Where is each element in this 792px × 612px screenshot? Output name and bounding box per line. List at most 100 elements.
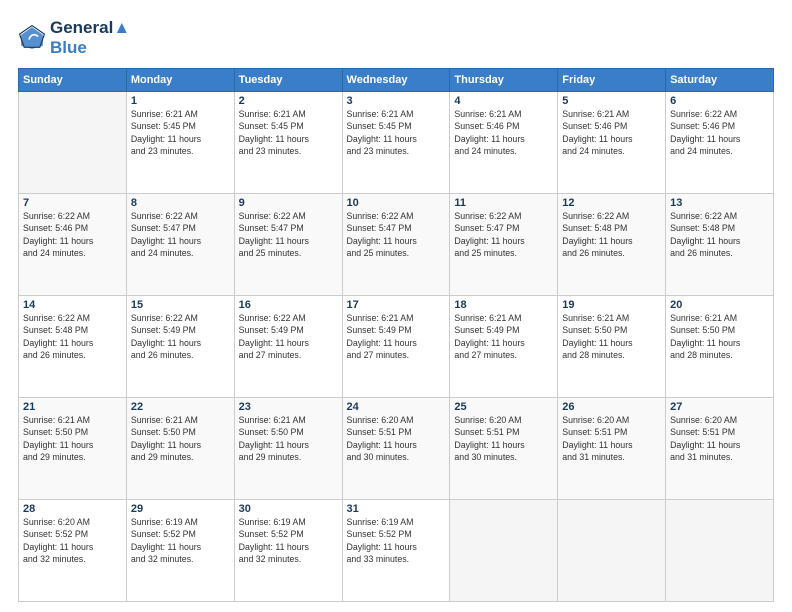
calendar-cell: [558, 500, 666, 602]
calendar-cell: 25Sunrise: 6:20 AM Sunset: 5:51 PM Dayli…: [450, 398, 558, 500]
calendar-cell: 16Sunrise: 6:22 AM Sunset: 5:49 PM Dayli…: [234, 296, 342, 398]
day-info: Sunrise: 6:22 AM Sunset: 5:47 PM Dayligh…: [454, 210, 553, 259]
day-number: 16: [239, 299, 338, 311]
day-number: 30: [239, 503, 338, 515]
calendar-cell: 31Sunrise: 6:19 AM Sunset: 5:52 PM Dayli…: [342, 500, 450, 602]
calendar-cell: 29Sunrise: 6:19 AM Sunset: 5:52 PM Dayli…: [126, 500, 234, 602]
day-info: Sunrise: 6:21 AM Sunset: 5:50 PM Dayligh…: [239, 414, 338, 463]
col-header-wednesday: Wednesday: [342, 69, 450, 92]
calendar-header-row: SundayMondayTuesdayWednesdayThursdayFrid…: [19, 69, 774, 92]
day-info: Sunrise: 6:21 AM Sunset: 5:45 PM Dayligh…: [347, 108, 446, 157]
calendar-cell: 26Sunrise: 6:20 AM Sunset: 5:51 PM Dayli…: [558, 398, 666, 500]
day-info: Sunrise: 6:22 AM Sunset: 5:48 PM Dayligh…: [23, 312, 122, 361]
day-info: Sunrise: 6:21 AM Sunset: 5:50 PM Dayligh…: [670, 312, 769, 361]
col-header-thursday: Thursday: [450, 69, 558, 92]
day-number: 22: [131, 401, 230, 413]
day-info: Sunrise: 6:22 AM Sunset: 5:49 PM Dayligh…: [131, 312, 230, 361]
day-info: Sunrise: 6:22 AM Sunset: 5:46 PM Dayligh…: [23, 210, 122, 259]
calendar-cell: 24Sunrise: 6:20 AM Sunset: 5:51 PM Dayli…: [342, 398, 450, 500]
calendar-cell: 13Sunrise: 6:22 AM Sunset: 5:48 PM Dayli…: [666, 194, 774, 296]
calendar-week-5: 28Sunrise: 6:20 AM Sunset: 5:52 PM Dayli…: [19, 500, 774, 602]
day-info: Sunrise: 6:20 AM Sunset: 5:51 PM Dayligh…: [454, 414, 553, 463]
day-number: 17: [347, 299, 446, 311]
calendar-cell: 1Sunrise: 6:21 AM Sunset: 5:45 PM Daylig…: [126, 92, 234, 194]
day-info: Sunrise: 6:21 AM Sunset: 5:45 PM Dayligh…: [239, 108, 338, 157]
day-info: Sunrise: 6:21 AM Sunset: 5:46 PM Dayligh…: [562, 108, 661, 157]
calendar-cell: 15Sunrise: 6:22 AM Sunset: 5:49 PM Dayli…: [126, 296, 234, 398]
calendar-week-1: 1Sunrise: 6:21 AM Sunset: 5:45 PM Daylig…: [19, 92, 774, 194]
col-header-tuesday: Tuesday: [234, 69, 342, 92]
day-info: Sunrise: 6:20 AM Sunset: 5:52 PM Dayligh…: [23, 516, 122, 565]
day-number: 12: [562, 197, 661, 209]
calendar-cell: 12Sunrise: 6:22 AM Sunset: 5:48 PM Dayli…: [558, 194, 666, 296]
day-info: Sunrise: 6:21 AM Sunset: 5:46 PM Dayligh…: [454, 108, 553, 157]
day-info: Sunrise: 6:19 AM Sunset: 5:52 PM Dayligh…: [347, 516, 446, 565]
day-info: Sunrise: 6:21 AM Sunset: 5:50 PM Dayligh…: [562, 312, 661, 361]
calendar-week-3: 14Sunrise: 6:22 AM Sunset: 5:48 PM Dayli…: [19, 296, 774, 398]
day-number: 20: [670, 299, 769, 311]
day-number: 23: [239, 401, 338, 413]
day-info: Sunrise: 6:20 AM Sunset: 5:51 PM Dayligh…: [347, 414, 446, 463]
day-info: Sunrise: 6:20 AM Sunset: 5:51 PM Dayligh…: [670, 414, 769, 463]
day-info: Sunrise: 6:19 AM Sunset: 5:52 PM Dayligh…: [131, 516, 230, 565]
logo: General▲ Blue: [18, 18, 130, 58]
day-info: Sunrise: 6:22 AM Sunset: 5:49 PM Dayligh…: [239, 312, 338, 361]
logo-icon: [18, 24, 46, 52]
day-number: 5: [562, 95, 661, 107]
calendar-cell: 18Sunrise: 6:21 AM Sunset: 5:49 PM Dayli…: [450, 296, 558, 398]
logo-text: General▲ Blue: [50, 18, 130, 58]
calendar-cell: 4Sunrise: 6:21 AM Sunset: 5:46 PM Daylig…: [450, 92, 558, 194]
day-number: 2: [239, 95, 338, 107]
calendar-cell: 22Sunrise: 6:21 AM Sunset: 5:50 PM Dayli…: [126, 398, 234, 500]
calendar-cell: [19, 92, 127, 194]
col-header-monday: Monday: [126, 69, 234, 92]
day-number: 14: [23, 299, 122, 311]
col-header-sunday: Sunday: [19, 69, 127, 92]
calendar-week-4: 21Sunrise: 6:21 AM Sunset: 5:50 PM Dayli…: [19, 398, 774, 500]
calendar-cell: 20Sunrise: 6:21 AM Sunset: 5:50 PM Dayli…: [666, 296, 774, 398]
col-header-saturday: Saturday: [666, 69, 774, 92]
calendar-cell: 30Sunrise: 6:19 AM Sunset: 5:52 PM Dayli…: [234, 500, 342, 602]
day-number: 31: [347, 503, 446, 515]
day-number: 15: [131, 299, 230, 311]
day-number: 10: [347, 197, 446, 209]
calendar-cell: 23Sunrise: 6:21 AM Sunset: 5:50 PM Dayli…: [234, 398, 342, 500]
calendar-cell: [450, 500, 558, 602]
calendar-cell: 21Sunrise: 6:21 AM Sunset: 5:50 PM Dayli…: [19, 398, 127, 500]
calendar-cell: 7Sunrise: 6:22 AM Sunset: 5:46 PM Daylig…: [19, 194, 127, 296]
day-number: 19: [562, 299, 661, 311]
day-number: 13: [670, 197, 769, 209]
day-number: 18: [454, 299, 553, 311]
day-info: Sunrise: 6:22 AM Sunset: 5:47 PM Dayligh…: [131, 210, 230, 259]
calendar-cell: 9Sunrise: 6:22 AM Sunset: 5:47 PM Daylig…: [234, 194, 342, 296]
calendar-table: SundayMondayTuesdayWednesdayThursdayFrid…: [18, 68, 774, 602]
day-info: Sunrise: 6:22 AM Sunset: 5:47 PM Dayligh…: [239, 210, 338, 259]
day-number: 1: [131, 95, 230, 107]
day-number: 25: [454, 401, 553, 413]
day-info: Sunrise: 6:21 AM Sunset: 5:49 PM Dayligh…: [454, 312, 553, 361]
day-info: Sunrise: 6:21 AM Sunset: 5:50 PM Dayligh…: [23, 414, 122, 463]
calendar-cell: 28Sunrise: 6:20 AM Sunset: 5:52 PM Dayli…: [19, 500, 127, 602]
day-number: 29: [131, 503, 230, 515]
day-number: 27: [670, 401, 769, 413]
calendar-cell: 27Sunrise: 6:20 AM Sunset: 5:51 PM Dayli…: [666, 398, 774, 500]
day-info: Sunrise: 6:22 AM Sunset: 5:46 PM Dayligh…: [670, 108, 769, 157]
calendar-cell: 19Sunrise: 6:21 AM Sunset: 5:50 PM Dayli…: [558, 296, 666, 398]
day-info: Sunrise: 6:21 AM Sunset: 5:45 PM Dayligh…: [131, 108, 230, 157]
calendar-cell: 5Sunrise: 6:21 AM Sunset: 5:46 PM Daylig…: [558, 92, 666, 194]
day-number: 28: [23, 503, 122, 515]
calendar-cell: 6Sunrise: 6:22 AM Sunset: 5:46 PM Daylig…: [666, 92, 774, 194]
day-number: 26: [562, 401, 661, 413]
day-number: 11: [454, 197, 553, 209]
calendar-cell: 17Sunrise: 6:21 AM Sunset: 5:49 PM Dayli…: [342, 296, 450, 398]
calendar-cell: 14Sunrise: 6:22 AM Sunset: 5:48 PM Dayli…: [19, 296, 127, 398]
day-number: 21: [23, 401, 122, 413]
day-info: Sunrise: 6:20 AM Sunset: 5:51 PM Dayligh…: [562, 414, 661, 463]
day-number: 3: [347, 95, 446, 107]
calendar-cell: 8Sunrise: 6:22 AM Sunset: 5:47 PM Daylig…: [126, 194, 234, 296]
col-header-friday: Friday: [558, 69, 666, 92]
day-info: Sunrise: 6:22 AM Sunset: 5:48 PM Dayligh…: [562, 210, 661, 259]
day-info: Sunrise: 6:21 AM Sunset: 5:49 PM Dayligh…: [347, 312, 446, 361]
day-number: 8: [131, 197, 230, 209]
calendar-cell: 10Sunrise: 6:22 AM Sunset: 5:47 PM Dayli…: [342, 194, 450, 296]
